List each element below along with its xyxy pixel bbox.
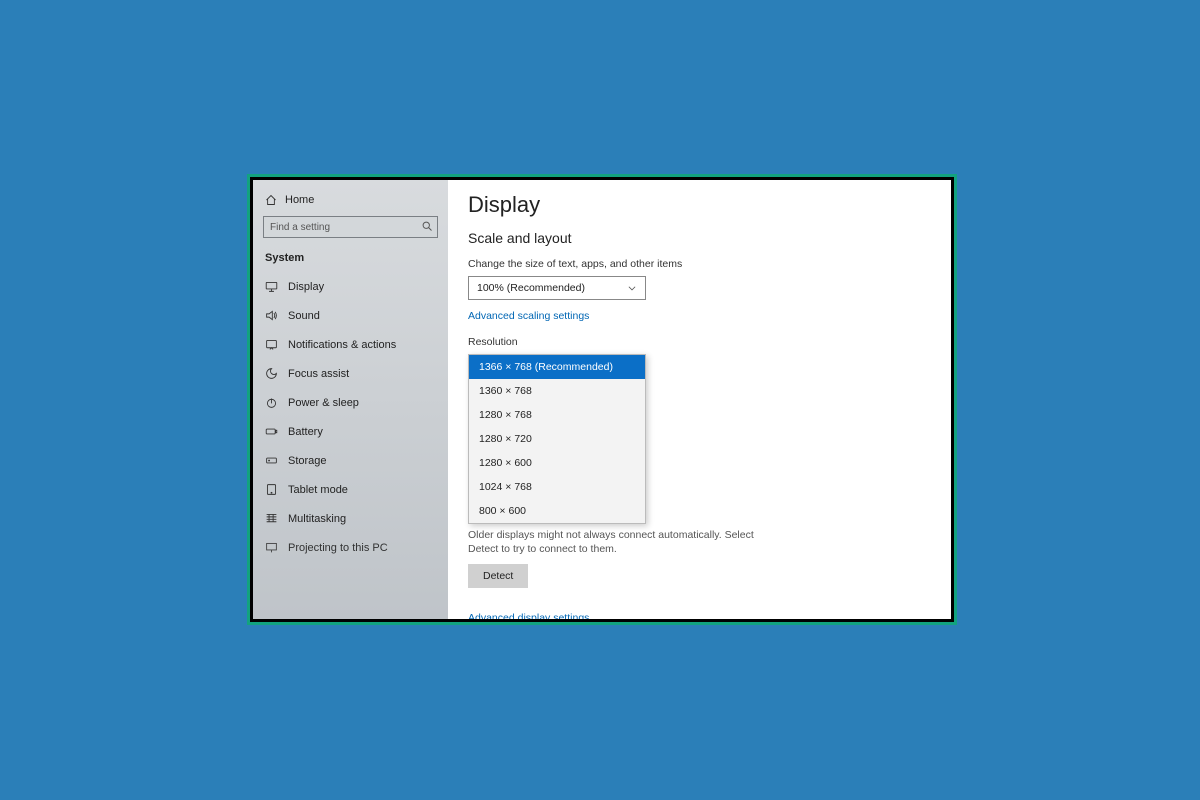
advanced-scaling-link[interactable]: Advanced scaling settings [468, 310, 589, 322]
focus-assist-icon [265, 367, 278, 380]
resolution-option[interactable]: 1360 × 768 [469, 379, 645, 403]
scale-label: Change the size of text, apps, and other… [468, 258, 931, 270]
home-label: Home [285, 194, 314, 206]
scale-value: 100% (Recommended) [477, 282, 585, 294]
resolution-option[interactable]: 1280 × 600 [469, 451, 645, 475]
nav-label: Multitasking [288, 513, 346, 525]
sidebar-category: System [253, 248, 448, 272]
nav-label: Tablet mode [288, 484, 348, 496]
sidebar-item-sound[interactable]: Sound [253, 301, 448, 330]
sidebar: Home System Display Sound Notifications … [253, 180, 448, 619]
display-icon [265, 280, 278, 293]
resolution-option[interactable]: 1366 × 768 (Recommended) [469, 355, 645, 379]
detect-help-text: Older displays might not always connect … [468, 528, 768, 556]
sidebar-item-display[interactable]: Display [253, 272, 448, 301]
power-icon [265, 396, 278, 409]
nav-label: Battery [288, 426, 323, 438]
nav-label: Notifications & actions [288, 339, 396, 351]
advanced-display-link[interactable]: Advanced display settings [468, 612, 589, 619]
sidebar-home[interactable]: Home [253, 190, 448, 214]
search-input[interactable] [263, 216, 438, 238]
nav-label: Focus assist [288, 368, 349, 380]
resolution-label: Resolution [468, 336, 931, 348]
nav-label: Power & sleep [288, 397, 359, 409]
chevron-down-icon [627, 283, 637, 293]
page-title: Display [468, 192, 931, 218]
search-wrap [263, 216, 438, 238]
sidebar-item-multitasking[interactable]: Multitasking [253, 504, 448, 533]
notifications-icon [265, 338, 278, 351]
nav-label: Storage [288, 455, 327, 467]
scale-dropdown[interactable]: 100% (Recommended) [468, 276, 646, 300]
resolution-option[interactable]: 1280 × 720 [469, 427, 645, 451]
storage-icon [265, 454, 278, 467]
main-panel: Display Scale and layout Change the size… [448, 180, 951, 619]
multitasking-icon [265, 512, 278, 525]
home-icon [265, 194, 277, 206]
sidebar-item-storage[interactable]: Storage [253, 446, 448, 475]
nav-label: Display [288, 281, 324, 293]
sidebar-item-focus-assist[interactable]: Focus assist [253, 359, 448, 388]
resolution-dropdown-open[interactable]: 1366 × 768 (Recommended) 1360 × 768 1280… [468, 354, 646, 524]
sidebar-item-battery[interactable]: Battery [253, 417, 448, 446]
tablet-icon [265, 483, 278, 496]
sidebar-item-tablet-mode[interactable]: Tablet mode [253, 475, 448, 504]
section-scale-layout: Scale and layout [468, 230, 931, 246]
search-icon [421, 220, 433, 232]
battery-icon [265, 425, 278, 438]
sound-icon [265, 309, 278, 322]
sidebar-item-projecting[interactable]: Projecting to this PC [253, 533, 448, 562]
window-frame: Home System Display Sound Notifications … [247, 174, 957, 625]
sidebar-item-notifications[interactable]: Notifications & actions [253, 330, 448, 359]
settings-window: Home System Display Sound Notifications … [253, 180, 951, 619]
projecting-icon [265, 541, 278, 554]
detect-button[interactable]: Detect [468, 564, 528, 588]
sidebar-item-power-sleep[interactable]: Power & sleep [253, 388, 448, 417]
resolution-option[interactable]: 1280 × 768 [469, 403, 645, 427]
resolution-option[interactable]: 1024 × 768 [469, 475, 645, 499]
resolution-option[interactable]: 800 × 600 [469, 499, 645, 523]
nav-label: Sound [288, 310, 320, 322]
nav-label: Projecting to this PC [288, 542, 388, 554]
